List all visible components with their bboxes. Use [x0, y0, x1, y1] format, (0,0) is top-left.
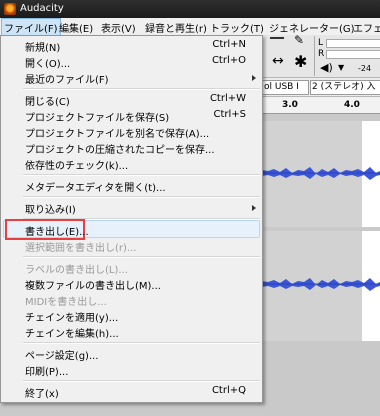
multi-tool-icon[interactable]: ✱: [294, 52, 307, 71]
meter-dropdown-icon[interactable]: ▼: [338, 63, 344, 72]
submenu-arrow-icon: [252, 75, 256, 81]
menu-item-import[interactable]: 取り込み(I): [25, 201, 76, 216]
input-device-select[interactable]: ol USB I: [262, 80, 309, 95]
audio-track-2[interactable]: [262, 231, 380, 341]
ruler-tick-4: 4.0: [344, 100, 360, 110]
menu-item-page-setup[interactable]: ページ設定(g)...: [25, 347, 99, 362]
waveform-2: [262, 278, 380, 291]
menu-bar: ファイル(F) 編集(E) 表示(V) 録音と再生(r) トラック(T) ジェネ…: [0, 18, 380, 37]
tools-toolbar: ✎ ↔ ✱ L R ◀) ▼ -24: [262, 33, 380, 78]
menu-item-export-midi[interactable]: MIDIを書き出し...: [25, 293, 107, 308]
title-bar: Audacity: [0, 0, 380, 18]
menu-item-close[interactable]: 閉じる(C): [25, 93, 70, 108]
draw-tool-icon[interactable]: ✎: [294, 33, 304, 47]
menu-tracks[interactable]: トラック(T): [210, 20, 264, 35]
menu-item-metadata-editor[interactable]: メタデータエディタを開く(t)...: [25, 179, 166, 194]
window-title: Audacity: [20, 3, 64, 14]
timeline-ruler[interactable]: 3.0 4.0: [262, 97, 380, 114]
menu-item-save-project[interactable]: プロジェクトファイルを保存(S): [25, 109, 169, 124]
menu-separator: [23, 88, 260, 90]
shortcut-exit: Ctrl+Q: [211, 385, 246, 396]
shortcut-save: Ctrl+S: [213, 109, 246, 120]
menu-item-save-compressed-copy[interactable]: プロジェクトの圧縮されたコピーを保存...: [25, 141, 215, 156]
menu-effect[interactable]: エフェ: [353, 20, 380, 35]
meter-right-label: R: [318, 49, 325, 59]
menu-separator: [23, 256, 260, 258]
ruler-tick-3: 3.0: [282, 100, 298, 110]
menu-item-export-multiple[interactable]: 複数ファイルの書き出し(M)...: [25, 277, 161, 292]
menu-separator: [23, 342, 260, 344]
speaker-icon: ◀): [320, 61, 333, 74]
waveform-1: [262, 167, 380, 180]
menu-item-export-labels[interactable]: ラベルの書き出し(L)...: [25, 261, 128, 276]
audacity-logo-icon: [4, 3, 16, 15]
record-meter-left[interactable]: [326, 39, 380, 48]
toolbar-divider: [314, 36, 315, 76]
channels-select[interactable]: 2 (ステレオ) 入: [310, 80, 380, 95]
menu-item-save-project-as[interactable]: プロジェクトファイルを別名で保存(A)...: [25, 125, 209, 140]
menu-generate[interactable]: ジェネレーター(G): [269, 20, 355, 35]
menu-item-new[interactable]: 新規(N): [25, 39, 60, 54]
menu-view[interactable]: 表示(V): [101, 20, 136, 35]
shortcut-open: Ctrl+O: [211, 55, 246, 66]
shortcut-new: Ctrl+N: [212, 39, 246, 50]
menu-item-recent-files[interactable]: 最近のファイル(F): [25, 71, 109, 86]
record-meter-right[interactable]: [326, 50, 380, 59]
menu-separator: [23, 196, 260, 198]
meter-db-label: -24: [358, 64, 372, 73]
envelope-tool-icon[interactable]: [270, 37, 284, 39]
meter-left-label: L: [318, 38, 324, 48]
file-menu-dropdown: 新規(N) Ctrl+N 開く(O)... Ctrl+O 最近のファイル(F) …: [0, 35, 263, 403]
menu-item-exit[interactable]: 終了(x): [25, 385, 59, 400]
menu-transport[interactable]: 録音と再生(r): [145, 20, 207, 35]
device-toolbar: ol USB I 2 (ステレオ) 入: [262, 78, 380, 97]
menu-edit[interactable]: 編集(E): [59, 20, 93, 35]
zoom-tool-icon[interactable]: ↔: [272, 53, 284, 69]
menu-item-check-dependencies[interactable]: 依存性のチェック(k)...: [25, 157, 128, 172]
menu-item-export-selection[interactable]: 選択範囲を書き出し(r)...: [25, 239, 136, 254]
empty-track-area[interactable]: [262, 341, 380, 416]
menu-separator: [23, 174, 260, 176]
menu-separator: [23, 380, 260, 382]
audio-track-1[interactable]: [262, 121, 380, 227]
submenu-arrow-icon: [252, 205, 256, 211]
menu-item-export[interactable]: 書き出し(E)...: [25, 223, 89, 238]
shortcut-close: Ctrl+W: [209, 93, 246, 104]
menu-item-edit-chains[interactable]: チェインを編集(h)...: [25, 325, 119, 340]
menu-item-apply-chain[interactable]: チェインを適用(y)...: [25, 309, 118, 324]
menu-item-open[interactable]: 開く(O)...: [25, 55, 70, 70]
menu-item-print[interactable]: 印刷(P)...: [25, 363, 68, 378]
